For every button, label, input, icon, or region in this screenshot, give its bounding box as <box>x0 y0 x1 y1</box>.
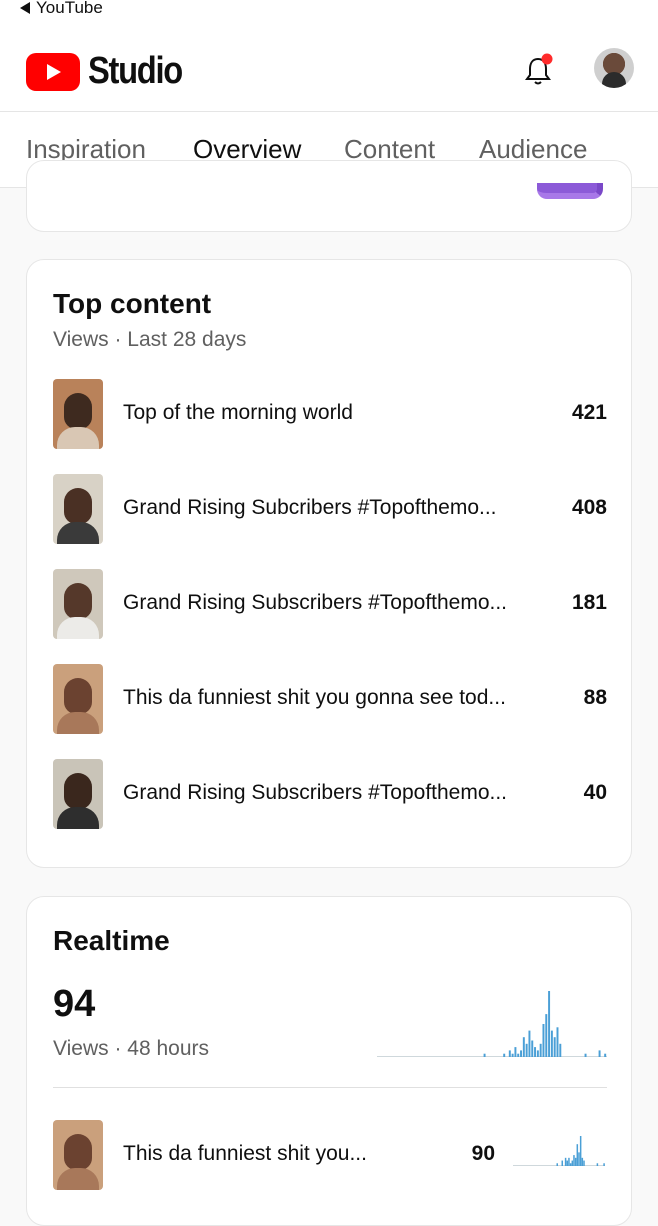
logo-text: Studio <box>88 50 183 92</box>
sparkline-bar <box>503 1053 506 1057</box>
sparkline-bar <box>545 1014 548 1057</box>
video-views: 421 <box>571 401 607 424</box>
video-thumbnail <box>53 379 103 449</box>
sparkline-bar <box>568 1157 570 1166</box>
sparkline-bar <box>604 1053 607 1057</box>
sparkline-bar <box>517 1053 520 1057</box>
top-content-subtitle: Views · Last 28 days <box>53 328 247 351</box>
top-content-item[interactable]: Grand Rising Subscribers #Topofthemo... … <box>53 569 607 639</box>
sparkline-bar <box>508 1050 511 1057</box>
video-views: 40 <box>583 781 607 804</box>
divider <box>53 1087 607 1088</box>
realtime-sparkline-chart <box>377 991 607 1057</box>
sparkline-bar <box>578 1152 580 1166</box>
sparkline-bar <box>569 1163 572 1166</box>
video-title: Grand Rising Subscribers #Topofthemo... <box>123 781 508 804</box>
realtime-subtitle: Views · 48 hours <box>53 1037 210 1060</box>
realtime-title: Realtime <box>53 925 170 956</box>
back-to-youtube-link[interactable]: YouTube <box>20 0 103 18</box>
previous-card <box>26 160 632 232</box>
app-header: Studio <box>0 20 658 112</box>
sparkline-bar <box>598 1050 601 1057</box>
video-thumbnail <box>53 474 103 544</box>
top-content-item[interactable]: Grand Rising Subcribers #Topofthemo... 4… <box>53 474 607 544</box>
sparkline-bar <box>566 1160 569 1166</box>
video-thumbnail <box>53 759 103 829</box>
sparkline-bar <box>581 1157 584 1166</box>
sparkline-bar <box>573 1155 575 1166</box>
sparkline-bar <box>522 1037 525 1057</box>
video-title: Top of the morning world <box>123 401 353 424</box>
sparkline-bar <box>536 1050 539 1057</box>
sparkline-bar <box>548 991 551 1057</box>
sparkline-bar <box>584 1053 587 1057</box>
sparkline-bar <box>525 1043 528 1057</box>
sparkline-bar <box>534 1047 537 1057</box>
sparkline-bar <box>574 1157 577 1166</box>
sparkline-bar <box>576 1144 579 1166</box>
sparkline-bar <box>520 1050 523 1057</box>
video-title: Grand Rising Subcribers #Topofthemo... <box>123 496 497 519</box>
sparkline-bar <box>559 1043 562 1057</box>
video-thumbnail <box>53 664 103 734</box>
realtime-top-item[interactable]: This da funniest shit you... 90 <box>53 1120 607 1190</box>
sparkline-bar <box>483 1053 486 1057</box>
video-views: 408 <box>571 496 607 519</box>
sparkline-bar <box>556 1027 559 1057</box>
top-content-item[interactable]: Top of the morning world 421 <box>53 379 607 449</box>
sparkline-bar <box>553 1037 556 1057</box>
sparkline-bar <box>564 1157 567 1166</box>
realtime-views-count: 94 <box>53 983 96 1025</box>
card-illustration <box>537 183 603 199</box>
sparkline-bar <box>539 1043 542 1057</box>
video-views: 181 <box>571 591 607 614</box>
sparkline-bar <box>511 1053 514 1057</box>
video-title: Grand Rising Subscribers #Topofthemo... <box>123 591 508 614</box>
notifications-bell-icon[interactable] <box>520 52 556 88</box>
video-views: 88 <box>583 686 607 709</box>
back-link-label: YouTube <box>36 0 103 17</box>
video-title: This da funniest shit you gonna see tod.… <box>123 686 506 709</box>
sparkline-bar <box>556 1163 558 1166</box>
sparkline-bar <box>550 1030 553 1057</box>
account-avatar[interactable] <box>594 48 634 88</box>
sparkline-bar <box>579 1136 582 1166</box>
sparkline-bar <box>514 1047 517 1057</box>
top-content-item[interactable]: This da funniest shit you gonna see tod.… <box>53 664 607 734</box>
item-sparkline-chart <box>513 1136 605 1166</box>
realtime-card[interactable]: Realtime 94 Views · 48 hours This da fun… <box>26 896 632 1226</box>
youtube-studio-logo[interactable]: Studio <box>26 50 197 93</box>
bell-icon <box>525 53 553 85</box>
top-content-item[interactable]: Grand Rising Subscribers #Topofthemo... … <box>53 759 607 829</box>
sparkline-bar <box>583 1160 585 1166</box>
video-thumbnail <box>53 569 103 639</box>
sparkline-bar <box>571 1160 574 1166</box>
sparkline-bar <box>528 1030 531 1057</box>
status-bar: YouTube <box>0 0 658 20</box>
video-thumbnail <box>53 1120 103 1190</box>
sparkline-bar <box>531 1040 534 1057</box>
back-triangle-icon <box>20 2 30 14</box>
sparkline-bar <box>596 1163 599 1166</box>
sparkline-bar <box>561 1160 564 1166</box>
top-content-title: Top content <box>53 288 212 319</box>
notification-dot <box>541 53 553 65</box>
youtube-play-icon <box>26 52 80 91</box>
video-views: 90 <box>471 1142 495 1165</box>
top-content-card[interactable]: Top content Views · Last 28 days Top of … <box>26 259 632 868</box>
sparkline-bar <box>603 1163 605 1166</box>
video-title: This da funniest shit you... <box>123 1142 367 1165</box>
sparkline-bar <box>542 1024 545 1057</box>
